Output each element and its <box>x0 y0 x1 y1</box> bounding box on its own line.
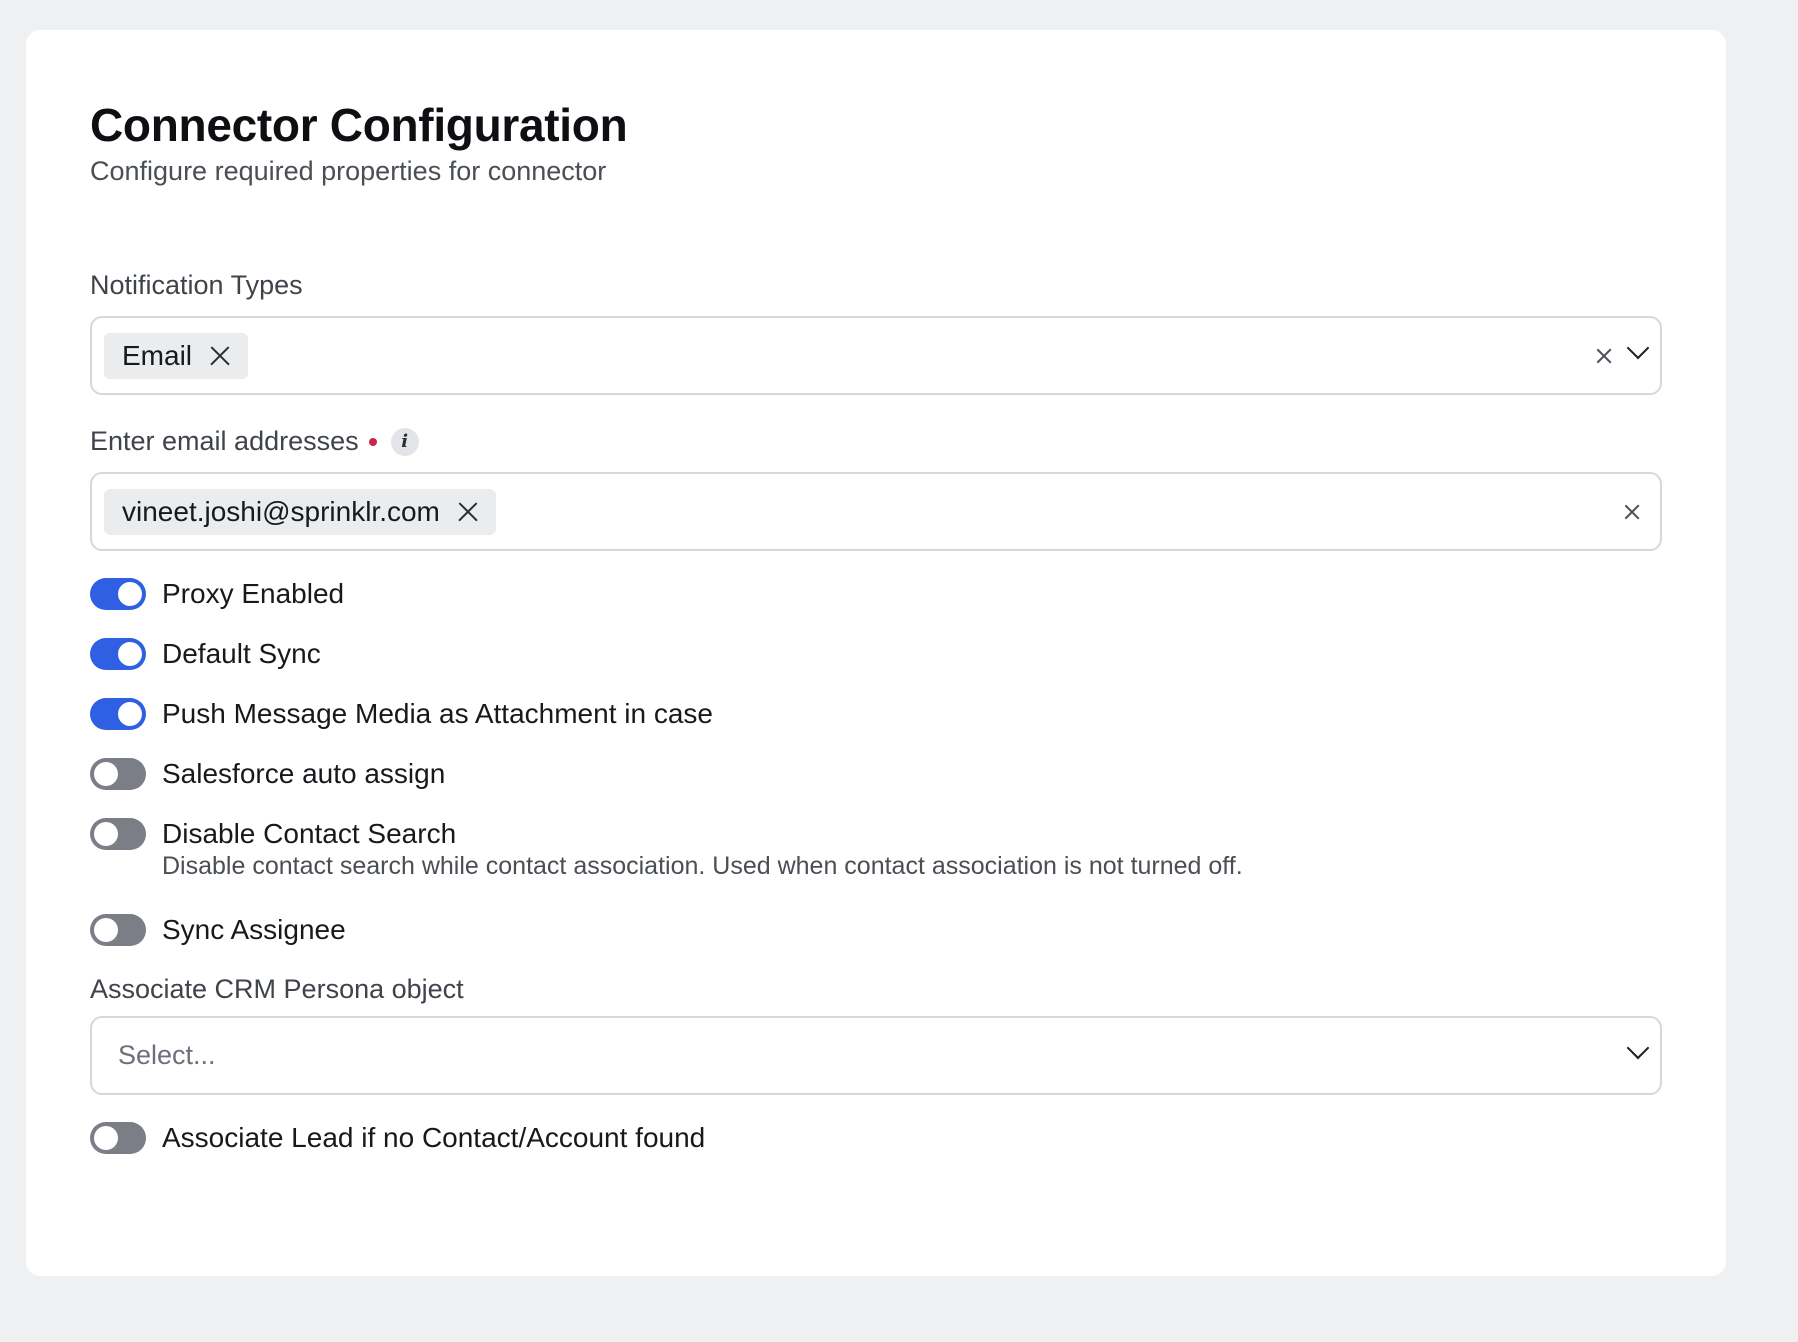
crm-persona-label-text: Associate CRM Persona object <box>90 974 464 1004</box>
toggle-knob <box>118 642 142 666</box>
toggle-text: Sync Assignee <box>162 914 346 946</box>
notification-types-label: Notification Types <box>90 270 303 301</box>
chip-label: vineet.joshi@sprinklr.com <box>122 496 440 527</box>
toggle-label: Disable Contact Search <box>162 818 457 849</box>
email-addresses-label-text: Enter email addresses <box>90 426 359 456</box>
connector-config-card: Connector Configuration Configure requir… <box>26 30 1726 1276</box>
toggle-row-disable-contact-search: Disable Contact Search Disable contact s… <box>90 818 1243 881</box>
chip-email-address: vineet.joshi@sprinklr.com <box>104 489 496 535</box>
crm-persona-select[interactable]: Select... <box>90 1016 1662 1095</box>
disable-contact-search-toggle[interactable] <box>90 818 146 850</box>
toggle-label: Proxy Enabled <box>162 578 345 609</box>
toggle-label: Push Message Media as Attachment in case <box>162 698 713 729</box>
toggle-knob <box>118 702 142 726</box>
clear-icon[interactable] <box>1596 348 1611 363</box>
toggle-text: Default Sync <box>162 638 321 670</box>
toggle-text: Associate Lead if no Contact/Account fou… <box>162 1122 705 1154</box>
remove-chip-icon[interactable] <box>458 502 478 522</box>
crm-persona-label: Associate CRM Persona object <box>90 974 464 1005</box>
proxy-enabled-toggle[interactable] <box>90 578 146 610</box>
toggle-row-associate-lead: Associate Lead if no Contact/Account fou… <box>90 1122 705 1154</box>
toggle-knob <box>94 1126 118 1150</box>
toggle-knob <box>94 762 118 786</box>
email-addresses-label: Enter email addresses i <box>90 426 419 457</box>
toggle-label: Sync Assignee <box>162 914 346 945</box>
toggle-label: Salesforce auto assign <box>162 758 446 789</box>
page-subtitle: Configure required properties for connec… <box>90 156 607 186</box>
chip-label: Email <box>122 340 193 371</box>
salesforce-auto-assign-toggle[interactable] <box>90 758 146 790</box>
notification-types-select[interactable]: Email <box>90 316 1662 395</box>
associate-lead-toggle[interactable] <box>90 1122 146 1154</box>
default-sync-toggle[interactable] <box>90 638 146 670</box>
email-addresses-input[interactable]: vineet.joshi@sprinklr.com <box>90 472 1662 551</box>
notification-types-label-text: Notification Types <box>90 270 303 300</box>
chevron-down-icon[interactable] <box>1626 1036 1650 1060</box>
toggle-knob <box>94 918 118 942</box>
toggle-row-salesforce-auto-assign: Salesforce auto assign <box>90 758 445 790</box>
toggle-label: Default Sync <box>162 638 321 669</box>
toggle-text: Disable Contact Search Disable contact s… <box>162 818 1243 881</box>
push-media-toggle[interactable] <box>90 698 146 730</box>
sync-assignee-toggle[interactable] <box>90 914 146 946</box>
toggle-row-sync-assignee: Sync Assignee <box>90 914 346 946</box>
toggle-description: Disable contact search while contact ass… <box>162 852 1243 880</box>
toggle-row-proxy-enabled: Proxy Enabled <box>90 578 344 610</box>
toggle-row-default-sync: Default Sync <box>90 638 321 670</box>
toggle-knob <box>118 582 142 606</box>
chevron-down-icon[interactable] <box>1626 336 1650 360</box>
required-indicator <box>368 437 377 446</box>
toggle-row-push-media: Push Message Media as Attachment in case <box>90 698 713 730</box>
toggle-knob <box>94 822 118 846</box>
toggle-text: Push Message Media as Attachment in case <box>162 698 713 730</box>
chip-email: Email <box>104 333 249 379</box>
page-title: Connector Configuration <box>90 99 628 151</box>
toggle-text: Proxy Enabled <box>162 578 344 610</box>
info-icon[interactable]: i <box>390 427 419 456</box>
select-placeholder: Select... <box>118 1040 216 1070</box>
toggle-label: Associate Lead if no Contact/Account fou… <box>162 1122 706 1153</box>
remove-chip-icon[interactable] <box>210 346 230 366</box>
clear-icon[interactable] <box>1624 504 1639 519</box>
toggle-text: Salesforce auto assign <box>162 758 445 790</box>
